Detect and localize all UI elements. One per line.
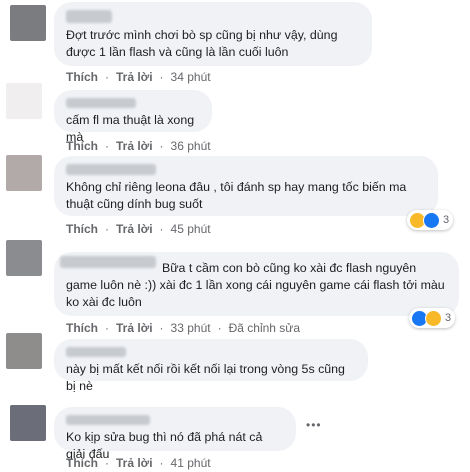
timestamp[interactable]: 41 phút — [171, 456, 211, 470]
timestamp[interactable]: 45 phút — [171, 222, 211, 236]
avatar[interactable] — [6, 155, 42, 191]
separator: · — [159, 321, 164, 335]
edited-label: Đã chỉnh sửa — [228, 321, 300, 335]
like-button[interactable]: Thích — [66, 456, 98, 470]
reply-button[interactable]: Trả lời — [116, 139, 153, 153]
avatar[interactable] — [10, 405, 46, 441]
timestamp[interactable]: 34 phút — [171, 70, 211, 84]
comment-bubble: Bữa t cầm con bò cũng ko xài đc flash ng… — [54, 252, 459, 316]
reaction-count: 3 — [443, 214, 450, 226]
timestamp[interactable]: 36 phút — [171, 139, 211, 153]
comment-actions: Thích · Trả lời · 36 phút — [66, 139, 211, 153]
comment-text: này bị mất kết nối rồi kết nối lại trong… — [66, 362, 345, 393]
separator: · — [217, 321, 222, 335]
comment-actions: Thích · Trả lời · 41 phút — [66, 456, 211, 470]
comment-bubble: Ko kịp sửa bug thì nó đã phá nát cả giải… — [54, 407, 296, 461]
more-options-icon[interactable]: ••• — [306, 418, 322, 432]
like-reaction-icon — [423, 211, 440, 229]
separator: · — [105, 70, 109, 84]
commenter-name-redacted[interactable] — [66, 10, 112, 23]
comment-actions: Thích · Trả lời · 34 phút — [66, 70, 211, 84]
separator: · — [105, 456, 109, 470]
separator: · — [105, 222, 109, 236]
like-button[interactable]: Thích — [66, 139, 98, 153]
like-button[interactable]: Thích — [66, 70, 98, 84]
separator: · — [105, 139, 109, 153]
haha-reaction-icon — [425, 309, 442, 327]
reply-button[interactable]: Trả lời — [116, 70, 153, 84]
comment-actions: Thích · Trả lời · 45 phút — [66, 222, 211, 236]
comment-bubble: này bị mất kết nối rồi kết nối lại trong… — [54, 339, 368, 393]
comment-text: Không chỉ riêng leona đâu , tôi đánh sp … — [66, 180, 407, 211]
commenter-name-redacted[interactable] — [60, 256, 156, 268]
comment-text: Đợt trước mình chơi bò sp cũng bị như vậ… — [66, 28, 338, 59]
comment-bubble: cấm fl ma thuật là xong mà — [54, 90, 212, 144]
reply-button[interactable]: Trả lời — [116, 456, 153, 470]
commenter-name-redacted[interactable] — [66, 164, 156, 175]
reply-button[interactable]: Trả lời — [116, 222, 153, 236]
like-button[interactable]: Thích — [66, 222, 98, 236]
avatar[interactable] — [10, 5, 46, 41]
like-button[interactable]: Thích — [66, 321, 98, 335]
commenter-name-redacted[interactable] — [66, 415, 150, 425]
comment-bubble: Đợt trước mình chơi bò sp cũng bị như vậ… — [54, 2, 372, 66]
comment-actions: Thích · Trả lời · 33 phút · Đã chỉnh sửa — [66, 321, 300, 335]
separator: · — [159, 70, 164, 84]
commenter-name-redacted[interactable] — [66, 98, 136, 108]
reaction-summary[interactable]: 3 — [409, 308, 456, 328]
reply-button[interactable]: Trả lời — [116, 321, 153, 335]
comment-bubble: Không chỉ riêng leona đâu , tôi đánh sp … — [54, 156, 438, 216]
separator: · — [159, 222, 164, 236]
avatar[interactable] — [6, 333, 42, 369]
timestamp[interactable]: 33 phút — [171, 321, 211, 335]
reaction-count: 3 — [445, 312, 452, 324]
reaction-summary[interactable]: 3 — [407, 210, 454, 230]
separator: · — [159, 139, 164, 153]
commenter-name-redacted[interactable] — [66, 347, 126, 357]
avatar[interactable] — [6, 83, 42, 119]
separator: · — [159, 456, 164, 470]
avatar[interactable] — [6, 240, 42, 276]
separator: · — [105, 321, 109, 335]
